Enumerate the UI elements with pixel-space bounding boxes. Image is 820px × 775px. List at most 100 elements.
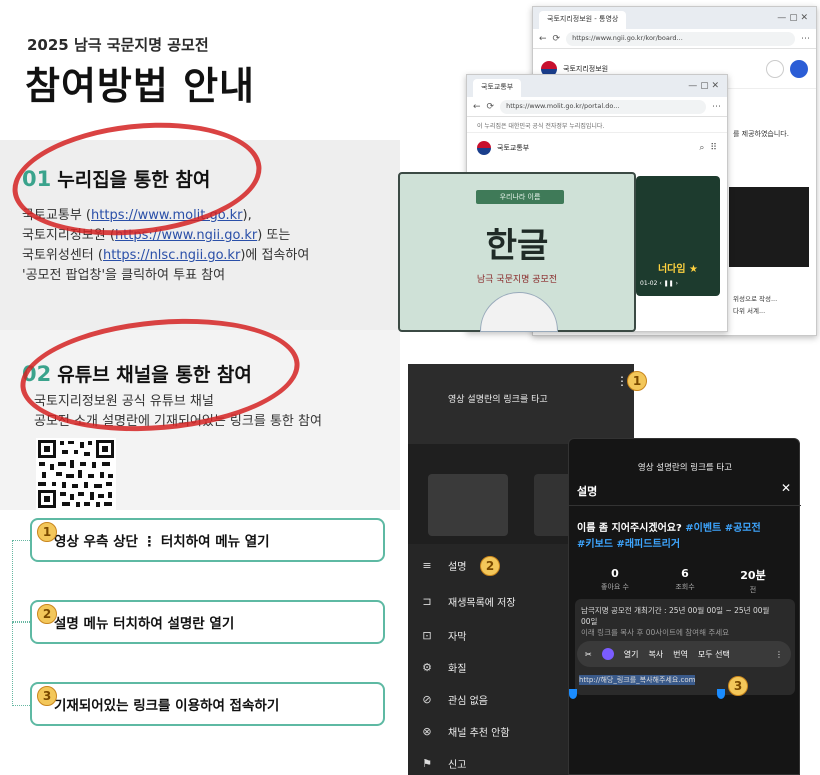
menu-dots-icon[interactable]: ⋯: [712, 102, 721, 112]
menu-item-dont-recommend[interactable]: ⊗ 채널 추천 안함: [420, 724, 510, 739]
browser-tab[interactable]: 국토지리정보원 - 통영상: [539, 11, 627, 29]
description-line: 남극지명 공모전 개최기간 : 25년 00월 00일 ~ 25년 00월: [581, 606, 770, 615]
close-icon[interactable]: ✕: [781, 481, 791, 495]
search-icon[interactable]: ⌕: [699, 143, 704, 153]
stat-value: 20분: [740, 569, 766, 582]
thumbnail-pager[interactable]: 01-02 ‹ ❚❚ ›: [640, 280, 678, 287]
video-hashtags[interactable]: #이벤트 #공모전: [685, 523, 760, 534]
molit-header: 국토교통부 ⌕ ⠿: [467, 133, 727, 163]
context-translate[interactable]: 번역: [673, 649, 688, 660]
search-icon[interactable]: [766, 59, 784, 78]
qr-code[interactable]: [36, 438, 116, 510]
bookmark-icon: ⊐: [422, 595, 432, 608]
menu-dots-icon[interactable]: ⋯: [801, 34, 810, 44]
menu-item-save-playlist[interactable]: ⊐ 재생목록에 저장: [420, 594, 516, 609]
menu-item-label: 자막: [448, 632, 467, 643]
menu-item-captions[interactable]: ⊡ 자막: [420, 628, 466, 643]
grid-menu-icon[interactable]: ⠿: [710, 143, 717, 153]
browser-tabbar: 국토교통부 — ▢ ✕: [467, 75, 727, 97]
context-copy[interactable]: 복사: [648, 649, 663, 660]
reload-icon[interactable]: ⟳: [487, 102, 495, 112]
text-context-menu: ✂ 열기 복사 번역 모두 선택 ⋮: [577, 641, 791, 667]
stat-label: 좋아요 수: [601, 583, 629, 591]
more-options-icon[interactable]: ⋮: [775, 650, 783, 659]
menu-item-description[interactable]: ≡ 설명: [420, 558, 466, 573]
back-icon[interactable]: ←: [473, 102, 481, 112]
scissors-icon[interactable]: ✂: [585, 650, 592, 659]
menu-item-label: 설명: [448, 562, 467, 573]
step-1-text: 영상 우측 상단 ⋮ 터치하여 메뉴 열기: [54, 534, 270, 550]
youtube-description-screen: 영상 설명란의 링크를 타고 설명 ✕ 이름 좀 지어주시겠어요? #이벤트 #…: [568, 438, 801, 775]
popup-title: 한글: [485, 226, 549, 266]
step-3-text: 기재되어있는 링크를 이용하여 접속하기: [54, 698, 280, 714]
reload-icon[interactable]: ⟳: [553, 34, 561, 44]
popup-subtitle: 남극 국문지명 공모전: [476, 275, 558, 285]
block-icon: ⊘: [422, 693, 432, 706]
ngii-side-image: [729, 187, 809, 267]
page-title: 참여방법 안내: [25, 64, 255, 108]
step-2-box: 설명 메뉴 터치하여 설명란 열기: [30, 600, 385, 644]
video-title: 이름 좀 지어주시겠어요? #이벤트 #공모전 #키보드 #래피드트리거: [577, 521, 797, 553]
window-controls-icon[interactable]: — ▢ ✕: [688, 81, 719, 91]
step-connector-1: [12, 540, 30, 622]
step-connector-2: [12, 622, 30, 706]
browser-tabbar: 국토지리정보원 - 통영상 — ▢ ✕: [533, 7, 816, 29]
url-field[interactable]: https://www.ngii.go.kr/kor/board...: [566, 31, 795, 46]
url-field[interactable]: https://www.molit.go.kr/portal.do...: [500, 99, 706, 114]
divider: [569, 505, 801, 506]
contest-popup[interactable]: 우리나라 이름 한글 남극 국문지명 공모전: [398, 172, 636, 332]
stat-value: 0: [611, 567, 619, 580]
window-controls-icon[interactable]: — ▢ ✕: [777, 13, 808, 23]
menu-item-label: 신고: [448, 760, 467, 771]
selected-link[interactable]: http://해당_링크를_복사해주세요.com: [579, 675, 696, 685]
step-3-box: 기재되어있는 링크를 이용하여 접속하기: [30, 682, 385, 726]
flag-icon: ⚑: [422, 757, 432, 770]
video-hashtags[interactable]: #키보드 #래피드트리거: [577, 539, 680, 550]
menu-item-label: 화질: [448, 664, 467, 675]
ngii-side-text-2: 위성으로 작성...: [733, 295, 778, 303]
popup-top-label: 우리나라 이름: [476, 190, 564, 204]
description-panel-title: 설명: [577, 485, 598, 498]
stat-value: 6: [681, 567, 689, 580]
news-thumbnail[interactable]: 너다임 ★ 01-02 ‹ ❚❚ ›: [636, 176, 720, 296]
menu-item-not-interested[interactable]: ⊘ 관심 없음: [420, 692, 488, 707]
section1-instruction: '공모전 팝업창'을 클릭하여 투표 참여: [22, 268, 226, 283]
stat-time: 20분 전: [733, 567, 773, 595]
antarctica-illustration: [480, 292, 558, 332]
stat-label: 조회수: [675, 583, 695, 591]
app-icon[interactable]: [601, 648, 614, 660]
nlsc-link[interactable]: https://nlsc.ngii.go.kr: [103, 248, 240, 263]
selection-handle-left[interactable]: [569, 689, 577, 699]
browser-tab[interactable]: 국토교통부: [473, 79, 522, 97]
description-text: 남극지명 공모전 개최기간 : 25년 00월 00일 ~ 25년 00월 00…: [581, 605, 789, 638]
ngii-org-name: 국토지리정보원: [563, 64, 609, 73]
context-open[interactable]: 열기: [624, 649, 639, 660]
menu-item-label: 재생목록에 저장: [448, 598, 516, 609]
captions-icon: ⊡: [422, 629, 432, 642]
description-line: 00일: [581, 617, 598, 626]
step-3-badge: 3: [37, 686, 57, 706]
description-line: 이래 링크를 복사 후 00사이트에 참여해 주세요: [581, 628, 730, 637]
gov-notice: 이 누리집은 대한민국 공식 전자정부 누리집입니다.: [467, 117, 727, 133]
context-select-all[interactable]: 모두 선택: [698, 649, 730, 660]
stat-views: 6 조회수: [665, 567, 705, 592]
overlay-caption: 영상 설명란의 링크를 타고: [637, 463, 733, 473]
page: 2025 남극 국문지명 공모전 참여방법 안내 01 누리집을 통한 참여 국토…: [0, 0, 820, 775]
page-subtitle: 2025 남극 국문지명 공모전: [27, 36, 209, 54]
selection-handle-right[interactable]: [717, 689, 725, 699]
text: ) 또는: [257, 228, 291, 243]
ngii-side-text-3: 다위 서계...: [733, 307, 766, 315]
back-icon[interactable]: ←: [539, 34, 547, 44]
video-thumbnail[interactable]: [428, 474, 508, 536]
overlay-caption: 영상 설명란의 링크를 타고: [448, 395, 548, 405]
menu-item-report[interactable]: ⚑ 신고: [420, 756, 466, 771]
menu-item-quality[interactable]: ⚙ 화질: [420, 660, 466, 675]
step-1-box: 영상 우측 상단 ⋮ 터치하여 메뉴 열기: [30, 518, 385, 562]
step-2-text: 설명 메뉴 터치하여 설명란 열기: [54, 616, 235, 632]
text: ),: [242, 208, 252, 223]
youtube-step-badge-2: 2: [480, 556, 500, 576]
gear-icon: ⚙: [422, 661, 432, 674]
grid-menu-icon[interactable]: [790, 59, 808, 78]
menu-item-label: 채널 추천 안함: [448, 728, 510, 739]
ngii-side-text: 를 제공하였습니다.: [733, 130, 789, 138]
